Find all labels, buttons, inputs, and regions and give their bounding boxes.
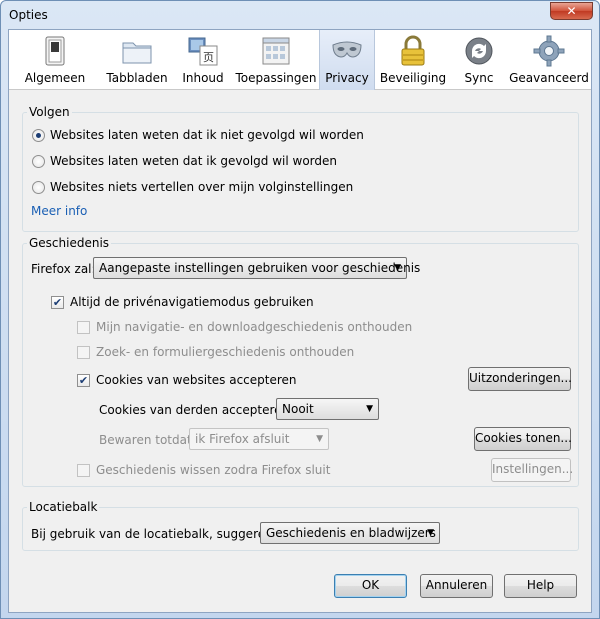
show-cookies-button[interactable]: Cookies tonen... [474, 427, 572, 451]
pane-applications[interactable]: Toepassingen [233, 30, 319, 90]
pane-security[interactable]: Beveiliging [375, 30, 451, 90]
pane-advanced[interactable]: Geavanceerd [507, 30, 591, 90]
pane-general[interactable]: Algemeen [9, 30, 101, 90]
keep-until-dropdown[interactable]: ik Firefox afsluit ▼ [189, 428, 329, 450]
radio-no-preference[interactable] [32, 181, 45, 194]
suggest-dropdown[interactable]: Geschiedenis en bladwijzers ▼ [260, 522, 440, 544]
mask-icon [332, 41, 362, 58]
pane-tabs[interactable]: Tabbladen [101, 30, 173, 90]
browsing-history-checkbox[interactable] [77, 321, 90, 334]
dropdown-value: Nooit [282, 402, 314, 416]
ok-button[interactable]: OK [334, 574, 407, 598]
keep-until-label: Bewaren totdat: [99, 433, 196, 447]
tracking-legend: Volgen [27, 105, 72, 119]
cancel-button[interactable]: Annuleren [420, 574, 493, 598]
more-info-link[interactable]: Meer info [31, 204, 87, 218]
options-dialog: Opties ✕ Algemeen Tabbladen 页 Inhoud Toe… [0, 0, 600, 619]
content-icon: 页 [188, 37, 218, 66]
clear-on-close-checkbox[interactable] [77, 464, 90, 477]
accept-cookies-label: Cookies van websites accepteren [96, 373, 297, 387]
radio-label: Websites niets vertellen over mijn volgi… [50, 180, 354, 194]
radio-label: Websites laten weten dat ik niet gevolgd… [50, 128, 364, 142]
pane-sync[interactable]: Sync [451, 30, 507, 90]
dialog-content: Algemeen Tabbladen 页 Inhoud Toepassingen… [8, 29, 592, 613]
pane-label: Privacy [325, 71, 369, 85]
suggest-label: Bij gebruik van de locatiebalk, suggerer… [31, 527, 289, 541]
chevron-down-icon: ▼ [366, 404, 373, 414]
third-party-cookies-dropdown[interactable]: Nooit ▼ [276, 398, 379, 420]
dropdown-value: Aangepaste instellingen gebruiken voor g… [99, 261, 421, 275]
private-mode-checkbox[interactable]: ✔ [51, 296, 64, 309]
pane-privacy[interactable]: Privacy [319, 30, 375, 90]
applications-icon [262, 37, 290, 65]
pane-label: Sync [464, 71, 494, 85]
svg-text:页: 页 [203, 51, 214, 64]
close-button[interactable]: ✕ [550, 2, 593, 20]
title-bar: Opties ✕ [1, 1, 599, 29]
clear-settings-button[interactable]: Instellingen... [491, 458, 573, 482]
lock-icon [401, 35, 425, 66]
pane-toolbar: Algemeen Tabbladen 页 Inhoud Toepassingen… [9, 30, 591, 90]
exceptions-button[interactable]: Uitzonderingen... [468, 367, 572, 391]
third-party-cookies-label: Cookies van derden accepteren: [99, 403, 294, 417]
form-history-checkbox[interactable] [77, 346, 90, 359]
pane-label: Tabbladen [106, 71, 168, 85]
dropdown-value: Geschiedenis en bladwijzers [266, 526, 436, 540]
private-mode-label: Altijd de privénavigatiemodus gebruiken [70, 295, 314, 309]
switch-icon [45, 36, 65, 66]
location-bar-legend: Locatiebalk [27, 500, 100, 514]
chevron-down-icon: ▼ [427, 528, 434, 538]
accept-cookies-checkbox[interactable]: ✔ [77, 374, 90, 387]
window-title: Opties [9, 8, 48, 22]
firefox-will-label: Firefox zal: [31, 262, 96, 276]
pane-label: Inhoud [182, 71, 224, 85]
folder-tabs-icon [122, 42, 152, 64]
sync-icon [465, 37, 493, 65]
browsing-history-label: Mijn navigatie- en downloadgeschiedenis … [96, 320, 413, 334]
history-mode-dropdown[interactable]: Aangepaste instellingen gebruiken voor g… [93, 257, 420, 279]
help-button[interactable]: Help [504, 574, 577, 598]
pane-content[interactable]: 页 Inhoud [173, 30, 233, 90]
chevron-down-icon: ▼ [394, 263, 401, 273]
history-legend: Geschiedenis [27, 236, 112, 250]
form-history-label: Zoek- en formuliergeschiedenis onthouden [96, 345, 355, 359]
pane-label: Beveiliging [379, 71, 447, 85]
radio-do-not-track[interactable] [32, 129, 45, 142]
radio-allow-tracking[interactable] [32, 155, 45, 168]
gear-icon [533, 35, 565, 67]
pane-label: Geavanceerd [509, 71, 589, 85]
pane-label: Algemeen [24, 71, 86, 85]
pane-label: Toepassingen [235, 71, 317, 85]
clear-on-close-label: Geschiedenis wissen zodra Firefox sluit [96, 463, 331, 477]
chevron-down-icon: ▼ [316, 434, 323, 444]
dropdown-value: ik Firefox afsluit [195, 432, 290, 446]
radio-label: Websites laten weten dat ik gevolgd wil … [50, 154, 337, 168]
